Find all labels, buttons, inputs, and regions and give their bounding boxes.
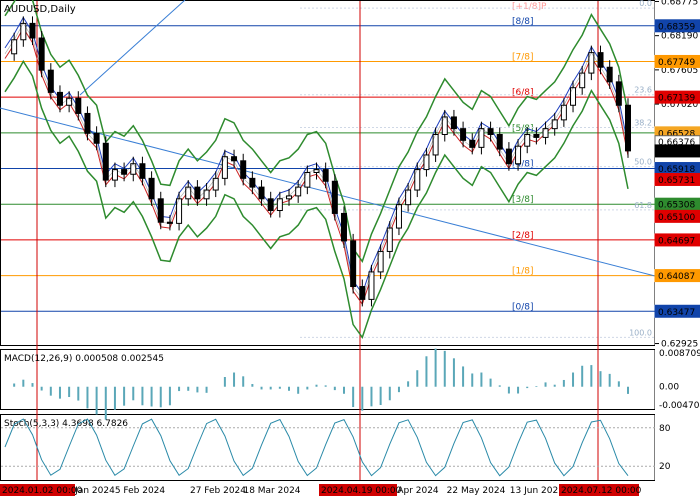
- murrey-label: [0/8]: [512, 302, 534, 312]
- candle-body: [102, 142, 109, 181]
- candle-body: [432, 133, 439, 156]
- candle-body: [460, 128, 467, 141]
- fib-label: 0.0: [639, 0, 652, 8]
- candle-body: [423, 154, 430, 171]
- fib-label: 100.0: [629, 328, 652, 337]
- candle-body: [395, 204, 402, 229]
- price-tag-label: 0.68359: [658, 22, 695, 32]
- date-highlight-label: 2024.04.19 00:00: [321, 486, 402, 496]
- candle-body: [350, 240, 357, 288]
- chart-svg[interactable]: [+1/8]P[8/8][7/8][6/8][5/8][4/8][3/8][2/…: [0, 0, 700, 500]
- y-tick-label: 0.68775: [661, 0, 698, 7]
- candle-body: [56, 91, 63, 106]
- candle-body: [221, 156, 228, 179]
- murrey-label: [2/8]: [512, 231, 534, 241]
- candle-body: [276, 198, 283, 212]
- candle-body: [515, 145, 522, 165]
- date-highlight-label: 2024.01.02 00:00: [2, 486, 83, 496]
- x-axis-label: 22 May 2024: [447, 486, 506, 496]
- x-axis-label: 5 Feb 2024: [115, 486, 166, 496]
- candle-body: [38, 37, 45, 71]
- fib-label: 38.2: [634, 118, 652, 127]
- fib-label: 23.6: [634, 86, 652, 95]
- macd-tick: 0.008709: [659, 349, 700, 359]
- macd-tick: -0.004704: [659, 401, 700, 411]
- price-tag-label: 0.65731: [658, 176, 695, 186]
- candle-body: [615, 81, 622, 106]
- candle-body: [11, 39, 18, 55]
- candle-body: [176, 198, 183, 224]
- macd-label: MACD(12,26,9) 0.000508 0.002545: [4, 354, 164, 364]
- stoch-tick: 20: [659, 462, 671, 472]
- murrey-label: [3/8]: [512, 195, 534, 205]
- candle-body: [478, 128, 485, 148]
- y-tick-label: 0.62925: [661, 340, 698, 350]
- price-tag-label: 0.64697: [658, 236, 695, 246]
- price-tag-label: 0.67749: [658, 58, 695, 68]
- candle-body: [377, 250, 384, 273]
- murrey-label: [8/8]: [512, 17, 534, 27]
- candle-body: [75, 97, 82, 114]
- murrey-label: [5/8]: [512, 124, 534, 134]
- fib-label: 50.0: [634, 158, 652, 167]
- candle-body: [450, 116, 457, 130]
- candle-body: [579, 72, 586, 89]
- date-highlight-label: 2024.07.12 00:00: [561, 486, 642, 496]
- fib-label: 61.8: [634, 201, 652, 210]
- y-tick-label: 0.68190: [661, 32, 698, 42]
- candle-body: [560, 104, 567, 121]
- candle-body: [340, 212, 347, 242]
- price-tag-label: 0.65100: [658, 213, 695, 223]
- macd-tick: 0.00: [659, 383, 679, 393]
- murrey-label: [1/8]: [512, 267, 534, 277]
- candle-body: [505, 148, 512, 165]
- chart-window: [+1/8]P [8/8] [7/8] [6/8] [5/8] [4/8] [3/8] [2/…: [0, 0, 700, 500]
- murrey-label: [7/8]: [512, 52, 534, 62]
- candle-body: [322, 169, 329, 182]
- candle-body: [625, 104, 631, 152]
- murrey-label: [6/8]: [512, 88, 534, 98]
- candle-body: [29, 22, 36, 39]
- x-axis-label: Apr 2024: [397, 486, 439, 496]
- candle-body: [386, 227, 393, 252]
- price-tag-label: 0.64087: [658, 272, 695, 282]
- murrey-label: [+1/8]P: [512, 2, 547, 12]
- x-axis-label: 18 Mar 2024: [243, 486, 300, 496]
- candle-body: [157, 198, 164, 223]
- chart-title: AUDUSD,Daily: [4, 4, 76, 15]
- candle-body: [47, 69, 54, 93]
- price-tag-label: 0.65308: [658, 201, 695, 211]
- candle-body: [368, 271, 375, 300]
- x-axis-label: 27 Feb 2024: [190, 486, 246, 496]
- candle-body: [597, 52, 604, 68]
- price-tag-label: 0.63477: [658, 308, 695, 318]
- price-tag-label: 0.66219: [658, 147, 695, 157]
- candle-body: [496, 133, 503, 150]
- candle-body: [139, 163, 146, 179]
- candle-body: [148, 177, 155, 200]
- candle-body: [240, 160, 247, 179]
- candle-body: [414, 169, 421, 191]
- stoch-tick: 80: [659, 424, 671, 434]
- candle-body: [606, 66, 613, 83]
- candle-body: [331, 180, 338, 214]
- candle-body: [84, 112, 91, 134]
- price-tag-label: 0.67139: [658, 94, 695, 104]
- candle-body: [570, 87, 577, 106]
- x-axis-label: 13 Jun 202: [510, 486, 558, 496]
